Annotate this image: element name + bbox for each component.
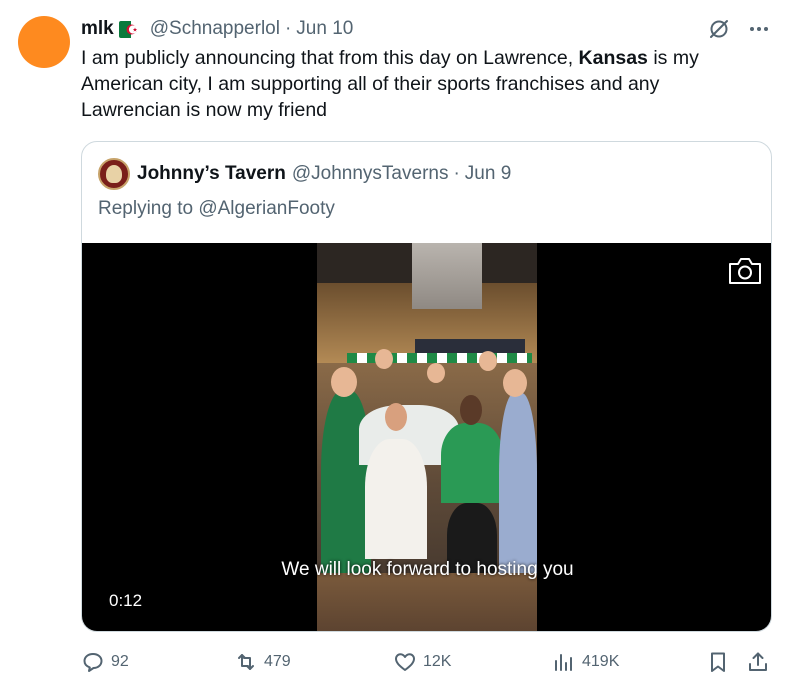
share-icon xyxy=(749,652,767,671)
header-separator: · xyxy=(284,18,292,39)
quote-avatar[interactable] xyxy=(98,158,130,190)
reply-button[interactable]: 92 xyxy=(81,648,129,676)
like-button[interactable]: 12K xyxy=(393,648,451,676)
views-icon xyxy=(555,654,572,671)
author-avatar[interactable] xyxy=(18,16,70,68)
author-handle[interactable]: @Schnapperlol xyxy=(150,18,280,40)
grok-icon[interactable] xyxy=(706,16,732,42)
quote-author-name[interactable]: Johnny’s Tavern xyxy=(137,163,286,185)
camera-icon[interactable] xyxy=(727,255,763,287)
reply-icon xyxy=(83,653,103,672)
bookmark-button[interactable] xyxy=(706,648,730,676)
replying-to: Replying to @AlgerianFooty xyxy=(98,198,335,220)
views-count: 419K xyxy=(582,653,620,670)
video-player[interactable]: We will look forward to hosting you 0:12 xyxy=(82,243,771,631)
quote-date[interactable]: Jun 9 xyxy=(465,163,511,185)
tweet-date[interactable]: Jun 10 xyxy=(296,18,353,40)
like-count: 12K xyxy=(423,653,452,670)
video-duration: 0:12 xyxy=(109,591,143,610)
quoted-tweet[interactable]: Johnny’s Tavern @JohnnysTaverns · Jun 9 … xyxy=(81,141,772,632)
share-button[interactable] xyxy=(746,648,770,676)
algeria-flag-icon xyxy=(118,20,143,38)
retweet-icon xyxy=(238,654,254,670)
replying-to-handle[interactable]: @AlgerianFooty xyxy=(198,198,335,219)
views-button[interactable]: 419K xyxy=(552,648,619,676)
reply-count: 92 xyxy=(111,653,129,670)
quote-author-handle[interactable]: @JohnnysTaverns xyxy=(292,163,449,185)
bookmark-icon xyxy=(711,652,725,672)
tweet-text: I am publicly announcing that from this … xyxy=(81,45,761,123)
author-name[interactable]: mlk xyxy=(81,18,114,40)
heart-icon xyxy=(395,653,415,671)
quote-header: Johnny’s Tavern @JohnnysTaverns · Jun 9 xyxy=(98,158,511,190)
more-options-icon[interactable] xyxy=(746,16,772,42)
tweet-text-part-1: I am publicly announcing that from this … xyxy=(81,47,579,69)
tweet-header: mlk @Schnapperlol · Jun 10 xyxy=(81,16,353,42)
tweet-actions: 92 479 12K 419K xyxy=(81,648,772,676)
replying-to-label: Replying to xyxy=(98,198,199,219)
video-caption: We will look forward to hosting you xyxy=(281,559,574,580)
retweet-button[interactable]: 479 xyxy=(234,648,291,676)
tweet-text-bold: Kansas xyxy=(578,47,648,69)
tweet-top-actions xyxy=(706,16,772,42)
quote-separator: · xyxy=(453,163,460,184)
retweet-count: 479 xyxy=(264,653,291,670)
